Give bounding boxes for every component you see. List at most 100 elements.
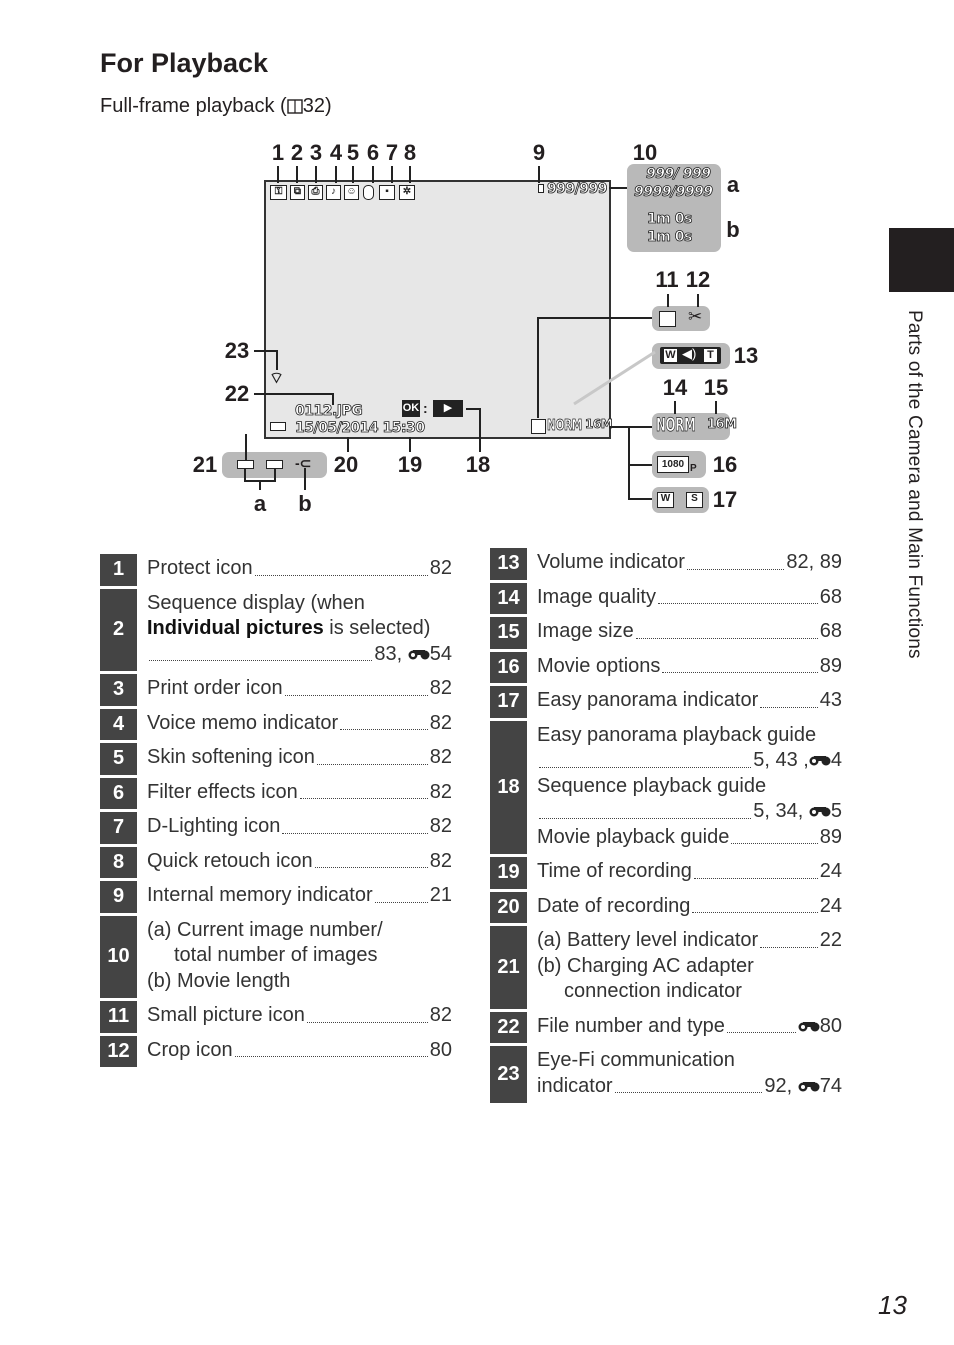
page-numbers: 68: [819, 620, 842, 642]
item-description: Voice memo indicator 82: [137, 709, 452, 741]
page-reference: 24: [820, 859, 842, 885]
item-description: Time of recording 24: [527, 857, 842, 889]
description-line: 5, 34, 5: [537, 799, 842, 825]
line-text: indicator: [537, 1074, 613, 1100]
callout-1: 1: [271, 140, 285, 165]
legend-row: 13 Volume indicator 82, 89: [490, 548, 842, 580]
page-reference: 82: [430, 1003, 452, 1029]
callout-10a: a: [726, 172, 740, 197]
legend-row: 18 Easy panorama playback guide 5, 43 , 4 Se…: [490, 720, 842, 855]
description-line: Sequence playback guide: [537, 774, 842, 800]
item-number: 20: [490, 891, 527, 923]
line-text: Sequence display (when: [147, 591, 365, 617]
item-description: Crop icon 80: [137, 1036, 452, 1068]
line-text: Volume indicator: [537, 550, 685, 576]
callout-13: 13: [733, 343, 759, 368]
line-text: Date of recording: [537, 894, 690, 920]
callout-23: 23: [224, 338, 250, 363]
callout-4: 4: [329, 140, 343, 165]
description-line: Crop icon 80: [147, 1038, 452, 1064]
page-reference: 5, 43 , 4: [753, 748, 842, 774]
description-line: Sequence display (when: [147, 591, 452, 617]
item-number: 21: [490, 926, 527, 1009]
description-line: Filter effects icon 82: [147, 780, 452, 806]
item-number: 17: [490, 686, 527, 718]
description-line: (a) Current image number/: [147, 918, 452, 944]
text: Eye-Fi communication: [537, 1049, 735, 1071]
page-reference: 5, 34, 5: [753, 799, 842, 825]
callout-20: 20: [333, 452, 359, 477]
line-text: (b) Movie length: [147, 969, 290, 995]
legend-list-left: 1 Protect icon 82 2 Sequence display (when In…: [100, 554, 452, 1070]
description-line: Time of recording 24: [537, 859, 842, 885]
bold-term: Individual pictures: [147, 617, 324, 639]
description-line: Skin softening icon 82: [147, 745, 452, 771]
item-description: Volume indicator 82, 89: [527, 548, 842, 580]
page-numbers: 89: [819, 825, 842, 848]
text: Date of recording: [537, 894, 691, 917]
line-text: Quick retouch icon: [147, 849, 313, 875]
leader-dots: [374, 883, 428, 903]
reference-page: 54: [429, 642, 452, 665]
text: Easy panorama indicator: [537, 689, 759, 711]
leader-dots: [284, 676, 428, 696]
line-text: Movie options: [537, 654, 660, 680]
callout-21a: a: [253, 491, 267, 516]
text: Movie options: [537, 654, 661, 677]
leader-dots: [760, 928, 818, 948]
item-number: 7: [100, 812, 137, 844]
text: is selected): [323, 617, 431, 639]
page-numbers: 43: [819, 689, 842, 711]
text: indicator: [537, 1074, 613, 1097]
legend-row: 19 Time of recording 24: [490, 857, 842, 889]
text: (b) Charging AC adapter: [537, 954, 754, 977]
text: Image quality: [537, 585, 656, 608]
item-description: Image quality 68: [527, 583, 842, 615]
item-description: File number and type 80: [527, 1012, 842, 1044]
callout-21: 21: [192, 452, 218, 477]
page-reference: 89: [820, 825, 842, 851]
text: total number of images: [174, 944, 378, 966]
item-number: 9: [100, 881, 137, 913]
legend-row: 11 Small picture icon 82: [100, 1001, 452, 1033]
reference-page: 4: [830, 749, 842, 771]
item-number: 15: [490, 617, 527, 649]
line-text: Skin softening icon: [147, 745, 315, 771]
reference-section-icon: [809, 749, 831, 771]
legend-row: 14 Image quality 68: [490, 582, 842, 615]
page-numbers: 5, 43 ,: [753, 749, 809, 771]
item-description: Filter effects icon 82: [137, 778, 452, 810]
item-description: Small picture icon 82: [137, 1001, 452, 1033]
item-number: 6: [100, 777, 137, 809]
line-text: (a) Current image number/: [147, 918, 383, 944]
item-description: Easy panorama playback guide 5, 43 , 4 Sequ…: [527, 721, 842, 855]
callout-22: 22: [224, 381, 250, 406]
page-numbers: 82: [429, 746, 452, 768]
text: Sequence playback guide: [537, 774, 767, 797]
page-reference: 68: [820, 585, 842, 611]
callout-5: 5: [346, 140, 360, 165]
callout-19: 19: [397, 452, 423, 477]
legend-row: 10 (a) Current image number/total number …: [100, 915, 452, 998]
callout-2: 2: [290, 140, 304, 165]
page-number: 13: [878, 1290, 907, 1320]
page-numbers: 21: [429, 884, 452, 906]
reference-page: 5: [830, 800, 842, 822]
description-line: Volume indicator 82, 89: [537, 550, 842, 576]
item-description: Internal memory indicator 21: [137, 881, 452, 913]
item-description: Sequence display (when Individual picture…: [137, 589, 452, 672]
text: (b) Movie length: [147, 969, 291, 992]
item-description: Movie options 89: [527, 652, 842, 684]
item-number: 10: [100, 915, 137, 998]
leader-dots: [693, 859, 818, 879]
text: Volume indicator: [537, 551, 685, 573]
legend-row: 9 Internal memory indicator 21: [100, 881, 452, 913]
leader-dots: [692, 894, 818, 913]
page-reference: 82: [430, 556, 452, 582]
page-numbers: 24: [819, 894, 842, 917]
page-numbers: 22: [819, 929, 842, 951]
item-number: 2: [100, 588, 137, 671]
callout-21b: b: [298, 491, 312, 516]
page-numbers: 82: [429, 780, 452, 803]
legend-row: 4 Voice memo indicator 82: [100, 708, 452, 741]
